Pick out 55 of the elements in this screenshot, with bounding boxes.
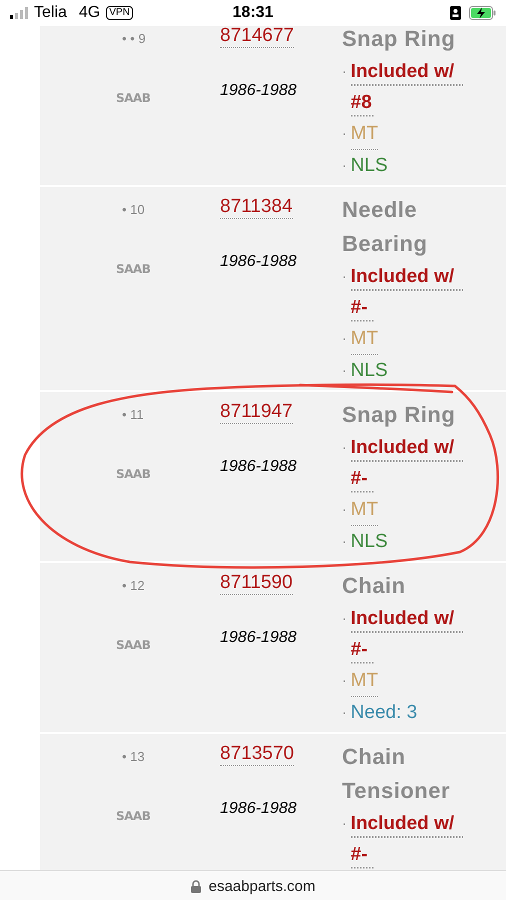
model-years: 1986-1988 bbox=[220, 629, 297, 647]
bullet-mark: · bbox=[342, 361, 347, 380]
model-years: 1986-1988 bbox=[220, 82, 297, 100]
part-name: Chain bbox=[342, 572, 407, 600]
item-number: • 11 bbox=[121, 406, 145, 424]
bullet-mark: · bbox=[342, 124, 347, 143]
vpn-badge: VPN bbox=[106, 6, 133, 20]
bullet-mark: · bbox=[342, 671, 347, 690]
clock-time: 18:31 bbox=[232, 4, 274, 21]
part-name: Snap Ring bbox=[342, 26, 456, 53]
battery-charging-icon bbox=[469, 6, 496, 20]
brand-logo: SAAB bbox=[116, 467, 150, 481]
bullet-mark: · bbox=[342, 703, 347, 722]
part-number-link[interactable]: 8714677 bbox=[220, 26, 294, 48]
part-number-link[interactable]: 8711947 bbox=[220, 401, 293, 424]
bullet-mark: · bbox=[342, 500, 347, 519]
part-name: Chain Tensioner bbox=[342, 743, 452, 805]
model-years: 1986-1988 bbox=[220, 800, 297, 818]
mt-note: MT bbox=[350, 323, 378, 355]
bullet-mark: · bbox=[342, 62, 347, 81]
nls-note: NLS bbox=[350, 359, 388, 383]
lock-icon bbox=[190, 880, 201, 892]
mt-note: MT bbox=[350, 494, 378, 526]
signal-icon bbox=[10, 7, 28, 19]
part-number-link[interactable]: 8713570 bbox=[220, 743, 294, 766]
model-years: 1986-1988 bbox=[220, 253, 297, 271]
item-number: • • 9 bbox=[121, 30, 147, 48]
item-number: • 13 bbox=[121, 748, 146, 766]
nls-note: NLS bbox=[350, 154, 388, 178]
bullet-mark: · bbox=[342, 609, 347, 628]
brand-logo: SAAB bbox=[116, 91, 150, 105]
bullet-mark: · bbox=[342, 329, 347, 348]
bullet-mark: · bbox=[342, 267, 347, 286]
bullet-mark: · bbox=[342, 156, 347, 175]
carrier-name: Telia bbox=[34, 4, 67, 22]
bullet-mark: · bbox=[342, 438, 347, 457]
need-note: Need: 3 bbox=[350, 701, 418, 725]
model-years: 1986-1988 bbox=[220, 458, 297, 476]
bullet-mark: · bbox=[342, 814, 347, 833]
item-number: • 10 bbox=[121, 201, 146, 219]
item-number: • 12 bbox=[121, 577, 146, 595]
part-number-link[interactable]: 8711384 bbox=[220, 196, 293, 219]
network-type: 4G bbox=[78, 4, 100, 22]
nls-note: NLS bbox=[350, 530, 388, 554]
portrait-lock-icon bbox=[450, 6, 461, 20]
brand-logo: SAAB bbox=[116, 638, 150, 652]
page-address[interactable]: esaabparts.com bbox=[208, 878, 316, 894]
bullet-mark: · bbox=[342, 532, 347, 551]
part-name: Needle Bearing bbox=[342, 196, 428, 258]
mt-note: MT bbox=[350, 665, 378, 697]
part-name: Snap Ring bbox=[342, 401, 456, 429]
brand-logo: SAAB bbox=[116, 262, 150, 276]
mt-note: MT bbox=[350, 118, 378, 150]
brand-logo: SAAB bbox=[116, 809, 150, 823]
part-number-link[interactable]: 8711590 bbox=[220, 572, 293, 595]
